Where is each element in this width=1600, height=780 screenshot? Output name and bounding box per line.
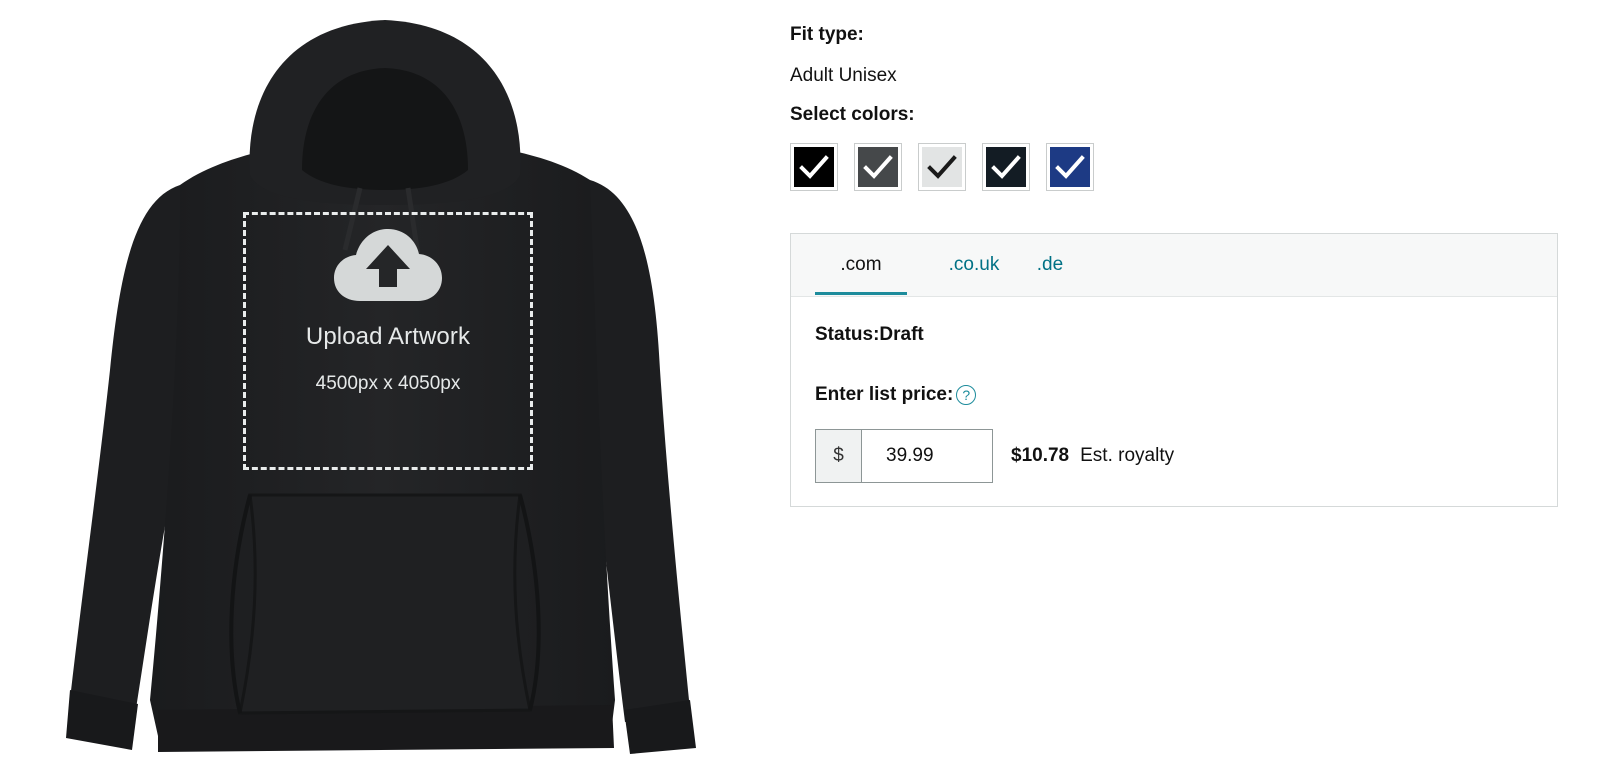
price-row: $ $10.78 Est. royalty [815,429,1174,483]
color-swatch-5[interactable] [1046,143,1094,191]
status-text: Status:Draft [815,324,924,345]
cloud-upload-icon [334,229,442,301]
color-swatch-1[interactable] [790,143,838,191]
swatch-fill [858,147,898,187]
list-price-label: Enter list price: [815,384,954,405]
list-price-label-row: Enter list price: ? [815,384,977,406]
checkmark-icon [863,155,893,179]
swatch-fill [986,147,1026,187]
tab-co-uk[interactable]: .co.uk [931,234,1017,295]
product-settings: Fit type: Adult Unisex Select colors: .c… [790,0,1580,780]
upload-artwork-dropzone[interactable]: Upload Artwork 4500px x 4050px [243,212,533,470]
select-colors-label: Select colors: [790,104,915,125]
checkmark-icon [927,155,957,179]
tab-de[interactable]: .de [1033,234,1067,295]
checkmark-icon [1055,155,1085,179]
color-swatch-list [790,143,1094,191]
royalty-label: Est. royalty [1080,445,1175,466]
product-mockup: Upload Artwork 4500px x 4050px [40,10,720,770]
swatch-fill [922,147,962,187]
swatch-fill [794,147,834,187]
color-swatch-2[interactable] [854,143,902,191]
color-swatch-4[interactable] [982,143,1030,191]
upload-dimensions: 4500px x 4050px [315,373,461,394]
product-editor-page: Upload Artwork 4500px x 4050px Fit type:… [0,0,1600,780]
tab-com[interactable]: .com [815,234,907,295]
marketplace-tabs: .com .co.uk .de [791,234,1557,297]
color-swatch-3[interactable] [918,143,966,191]
checkmark-icon [799,155,829,179]
swatch-fill [1050,147,1090,187]
fit-type-value: Adult Unisex [790,65,897,86]
upload-artwork-title: Upload Artwork [305,323,471,350]
marketplace-panel: .com .co.uk .de Status:Draft Enter list … [790,233,1558,507]
currency-symbol: $ [815,429,861,483]
fit-type-label: Fit type: [790,24,864,45]
list-price-input[interactable] [861,429,993,483]
royalty-amount: $10.78 [1011,445,1070,466]
question-circle-icon[interactable]: ? [956,385,977,405]
checkmark-icon [991,155,1021,179]
